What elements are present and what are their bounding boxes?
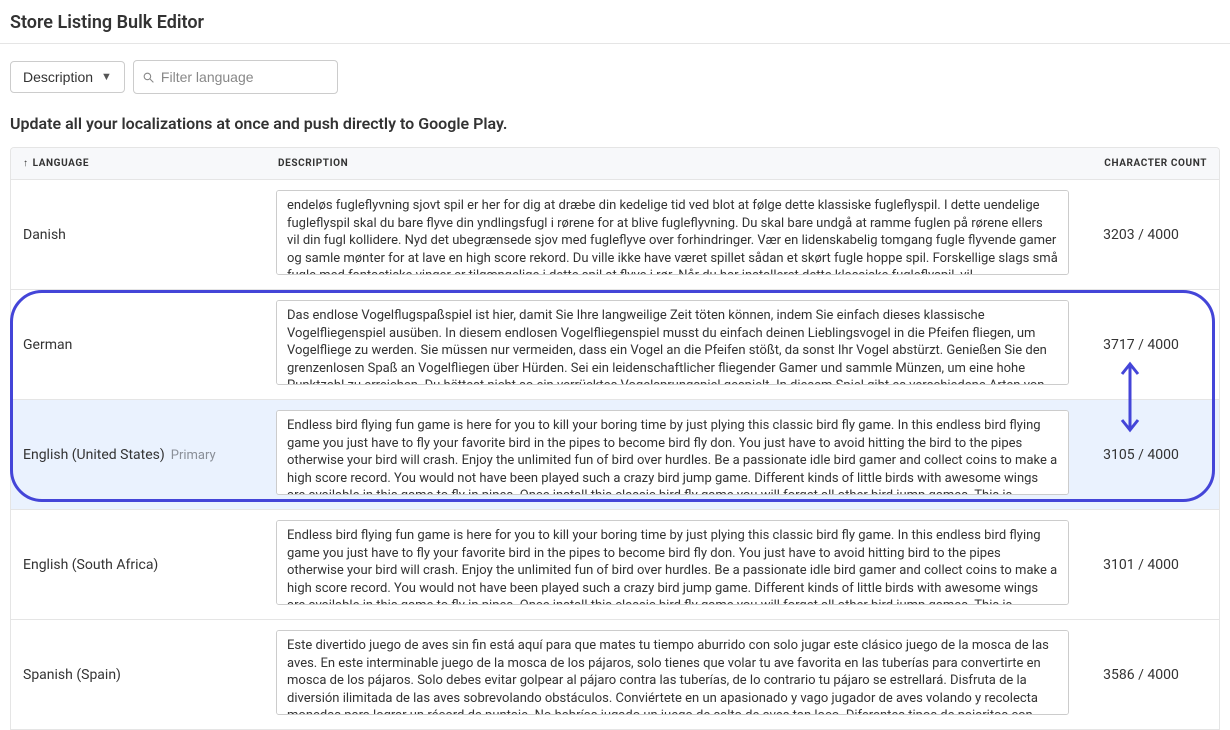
description-cell: [266, 290, 1079, 400]
language-name: English (United States): [23, 447, 165, 463]
description-cell: [266, 180, 1079, 290]
description-textarea[interactable]: [276, 410, 1069, 495]
table-row: German 3717 / 4000: [11, 290, 1219, 400]
primary-tag: Primary: [171, 448, 216, 463]
column-header-description[interactable]: Description: [266, 148, 1079, 180]
character-count: 3203 / 4000: [1079, 180, 1219, 290]
language-cell: English (United States) Primary: [11, 400, 266, 510]
character-count: 3105 / 4000: [1079, 400, 1219, 510]
filter-language-field[interactable]: [133, 60, 338, 94]
character-count: 3101 / 4000: [1079, 510, 1219, 620]
language-name: English (South Africa): [23, 557, 158, 573]
field-select-dropdown[interactable]: Description ▼: [10, 61, 125, 93]
caret-down-icon: ▼: [101, 71, 112, 83]
description-cell: [266, 510, 1079, 620]
table-row: English (United States) Primary 3105 / 400…: [11, 400, 1219, 510]
description-textarea[interactable]: [276, 190, 1069, 275]
language-cell: Danish: [11, 180, 266, 290]
subtitle: Update all your localizations at once an…: [0, 110, 1230, 147]
character-count: 3717 / 4000: [1079, 290, 1219, 400]
field-select-label: Description: [23, 69, 93, 85]
description-cell: [266, 400, 1079, 510]
search-icon: [142, 71, 155, 84]
description-textarea[interactable]: [276, 300, 1069, 385]
language-cell: English (South Africa): [11, 510, 266, 620]
character-count: 3586 / 4000: [1079, 620, 1219, 730]
description-textarea[interactable]: [276, 630, 1069, 715]
column-header-count[interactable]: Character Count: [1079, 148, 1219, 180]
language-cell: Spanish (Spain): [11, 620, 266, 730]
language-name: German: [23, 337, 72, 353]
toolbar: Description ▼: [0, 44, 1230, 110]
description-textarea[interactable]: [276, 520, 1069, 605]
language-name: Spanish (Spain): [23, 667, 121, 683]
description-cell: [266, 620, 1079, 730]
sort-asc-icon: ↑: [23, 158, 29, 169]
filter-language-input[interactable]: [155, 65, 329, 89]
table-row: Danish 3203 / 4000: [11, 180, 1219, 290]
language-name: Danish: [23, 227, 66, 243]
language-cell: German: [11, 290, 266, 400]
column-header-language[interactable]: ↑Language: [11, 148, 266, 180]
page-title: Store Listing Bulk Editor: [0, 0, 1230, 44]
table-row: English (South Africa) 3101 / 4000: [11, 510, 1219, 620]
localization-table: ↑Language Description Character Count Da…: [10, 147, 1220, 730]
table-row: Spanish (Spain) 3586 / 4000: [11, 620, 1219, 730]
